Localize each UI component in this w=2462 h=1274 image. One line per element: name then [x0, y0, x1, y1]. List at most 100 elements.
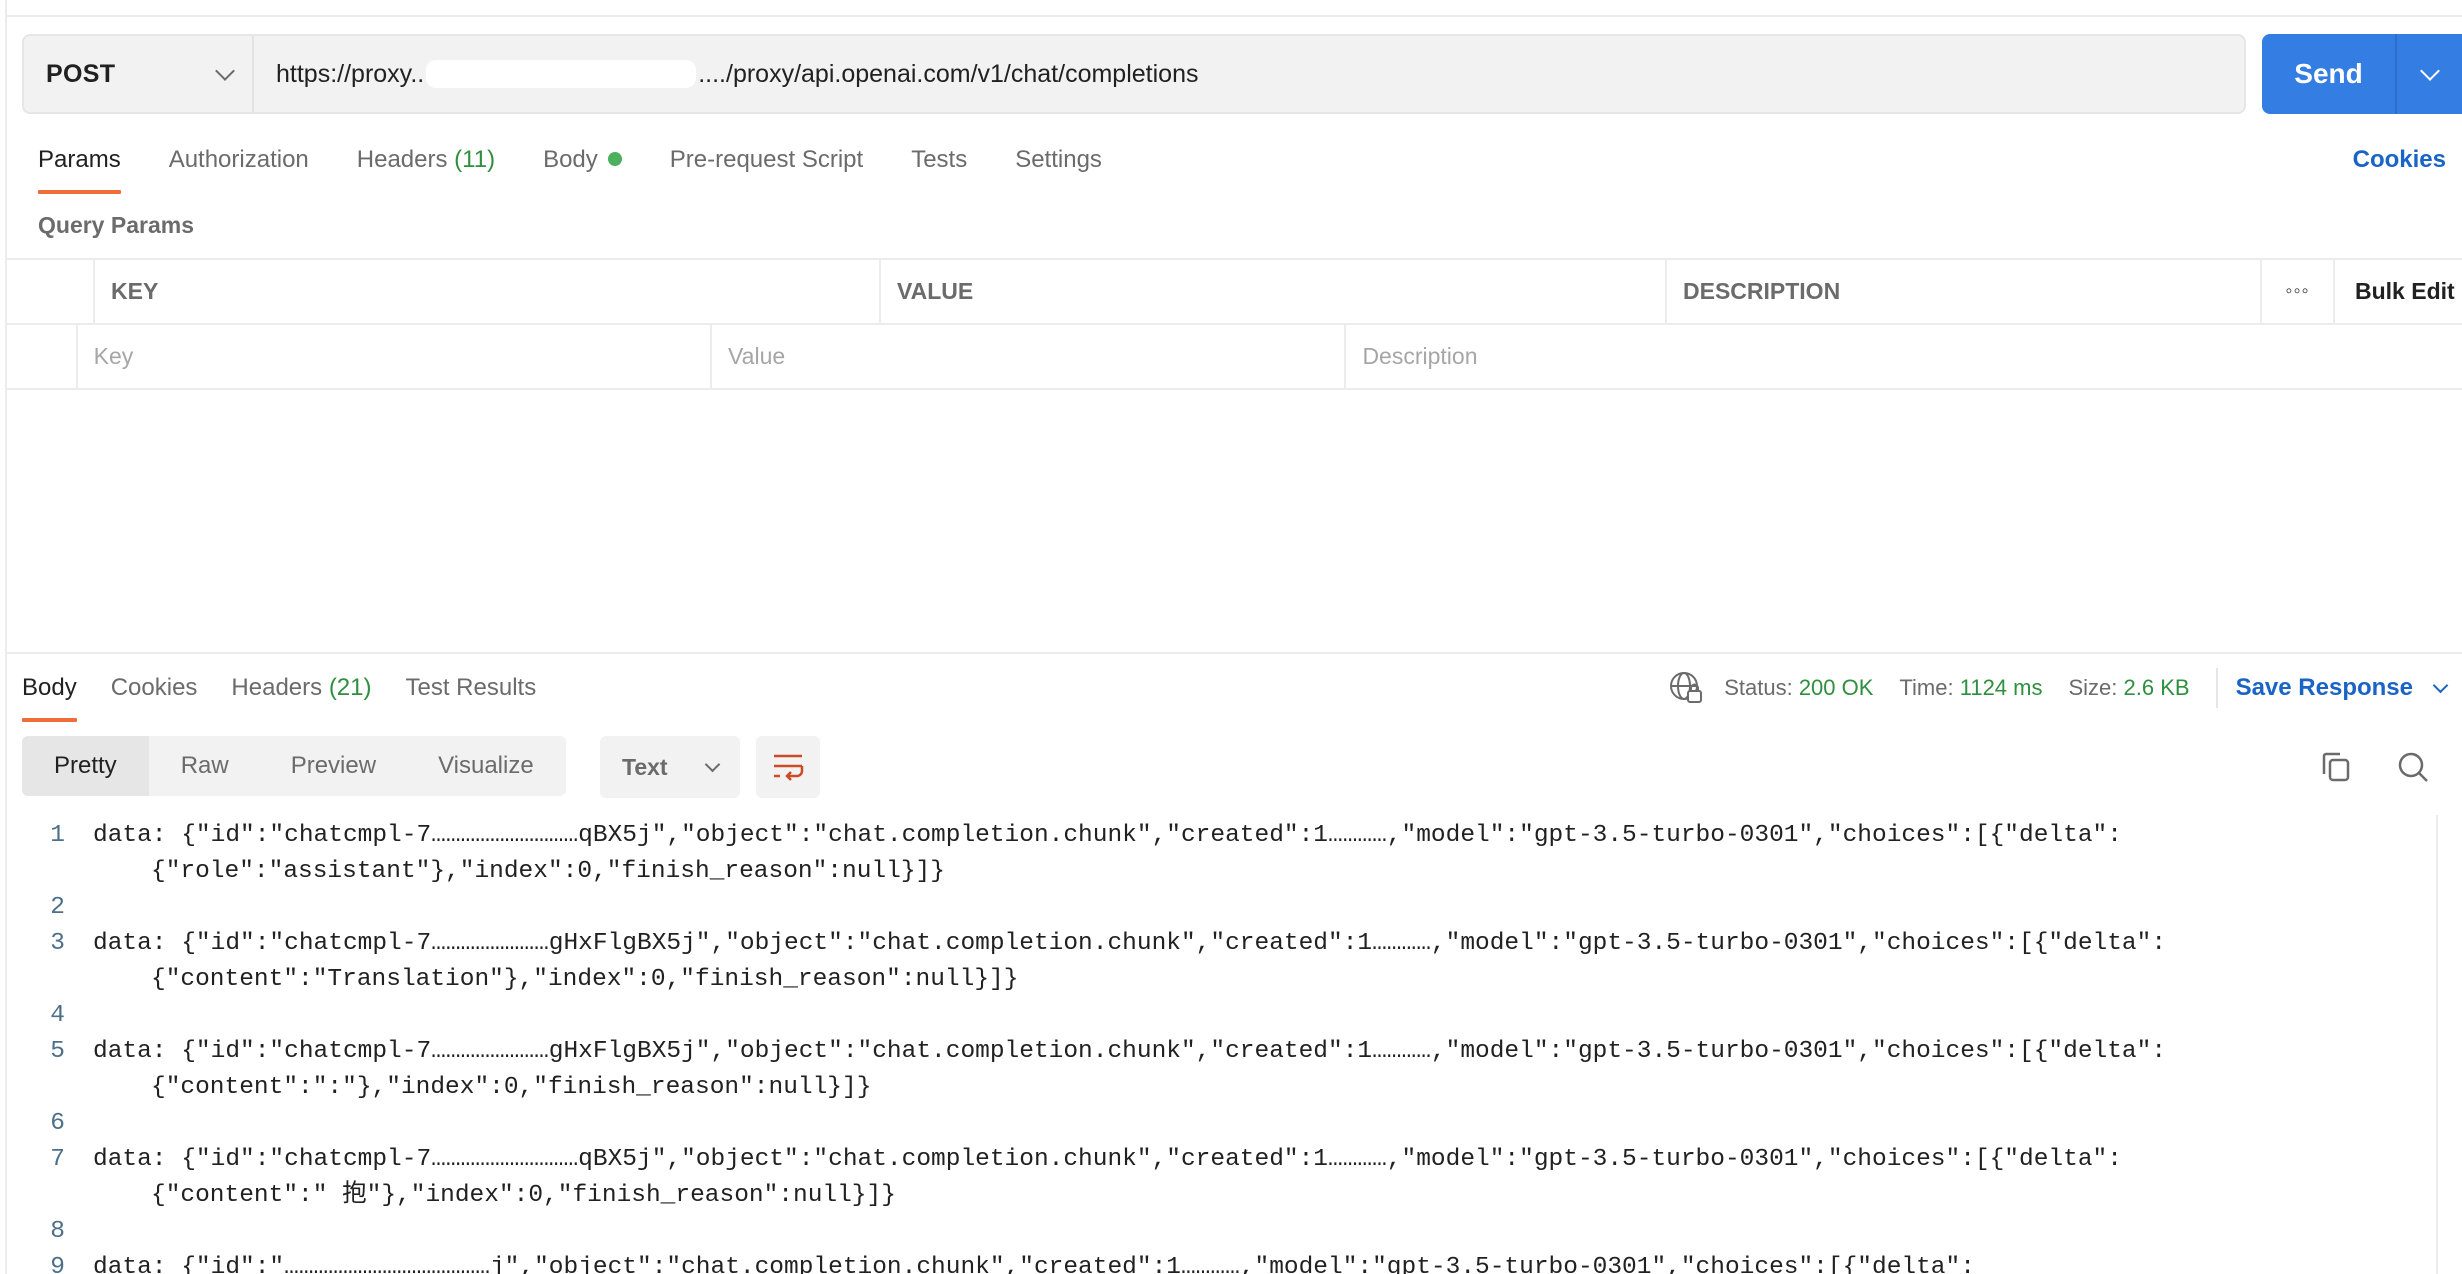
tab-label: Cookies [110, 674, 198, 701]
send-button-group: Send [2262, 34, 2462, 114]
pane-resize-handle[interactable] [5, 652, 2462, 654]
line-number: 3 [50, 930, 65, 957]
url-suffix: ..../proxy/api.openai.com/v1/chat/comple… [698, 59, 1199, 88]
tab-settings[interactable]: Settings [1015, 140, 1102, 180]
tab-label: Params [38, 146, 121, 173]
tab-test-results[interactable]: Test Results [406, 668, 537, 708]
search-icon[interactable] [2394, 748, 2434, 788]
code-line-text: {"content":"Translation"},"index":0,"fin… [151, 966, 1019, 993]
chevron-down-icon [2432, 677, 2449, 693]
tab-label: Test Results [405, 674, 537, 701]
save-response-button[interactable]: Save Response [2236, 674, 2449, 702]
headers-count: (11) [454, 146, 496, 173]
code-line-text: {"content":" 抱"},"index":0,"finish_reaso… [151, 1182, 896, 1209]
time-label: Time: [1899, 675, 1954, 700]
tab-label: Headers [356, 146, 448, 173]
tab-label: Pre-request Script [669, 146, 864, 173]
line-number: 5 [50, 1038, 65, 1065]
line-number: 7 [50, 1146, 65, 1173]
bulk-edit-button[interactable]: Bulk Edit [2335, 260, 2462, 323]
code-line: 9 data: {"id":"……………………………………j","object":… [5, 1250, 2435, 1274]
line-number: 6 [50, 1110, 65, 1137]
key-input[interactable]: Key [78, 325, 713, 388]
code-line: 6 [5, 1106, 2435, 1142]
tab-authorization[interactable]: Authorization [169, 140, 309, 180]
status-value: 200 OK [1798, 675, 1874, 700]
request-url-bar: POST https://proxy.. ..../proxy/api.open… [22, 34, 2246, 114]
cookies-link[interactable]: Cookies [2353, 140, 2446, 180]
code-line-continuation: {"content":" 抱"},"index":0,"finish_reaso… [5, 1178, 2435, 1214]
top-divider [5, 15, 2462, 17]
chevron-down-icon [704, 756, 721, 772]
code-line-text: data: {"id":"chatcmpl-7……………………gHxFlgBX5… [93, 930, 2167, 957]
preview-button[interactable]: Preview [261, 736, 408, 796]
description-column-header: DESCRIPTION [1667, 260, 2262, 323]
more-options-button[interactable]: ◦◦◦ [2262, 260, 2335, 323]
code-line: 2 [5, 890, 2435, 926]
tab-params[interactable]: Params [38, 140, 121, 194]
raw-button[interactable]: Raw [149, 736, 261, 796]
tab-tests[interactable]: Tests [911, 140, 967, 180]
code-line-text: {"content":":"},"index":0,"finish_reason… [151, 1074, 872, 1101]
pretty-button[interactable]: Pretty [22, 736, 149, 796]
body-indicator-dot [607, 151, 622, 166]
redacted-region [426, 60, 697, 88]
line-number-blank [5, 854, 93, 890]
tab-label: Body [22, 674, 77, 701]
chevron-down-icon [2419, 61, 2440, 81]
visualize-button[interactable]: Visualize [408, 736, 566, 796]
code-line-text: {"role":"assistant"},"index":0,"finish_r… [151, 858, 945, 885]
key-column-header: KEY [95, 260, 881, 323]
response-body-viewer[interactable]: 1 data: {"id":"chatcmpl-7…………………………qBX5j"… [5, 818, 2435, 1274]
method-label: POST [46, 59, 116, 88]
checkbox-column-header [5, 260, 95, 323]
size-readout: Size: 2.6 KB [2068, 675, 2189, 701]
method-select[interactable]: POST [24, 36, 254, 112]
scrollbar[interactable] [2436, 815, 2438, 1274]
wrap-lines-icon [774, 754, 804, 781]
status-label: Status: [1724, 675, 1793, 700]
divider [2215, 668, 2218, 708]
code-line-text: data: {"id":"chatcmpl-7…………………………qBX5j",… [93, 822, 2122, 849]
wrap-lines-button[interactable] [756, 736, 820, 798]
description-input[interactable]: Description [1346, 325, 2462, 388]
tab-label: Tests [911, 146, 968, 173]
line-number-blank [5, 1178, 93, 1214]
chevron-down-icon [215, 61, 235, 81]
tab-label: Body [543, 146, 598, 173]
tab-pre-request-script[interactable]: Pre-request Script [670, 140, 863, 180]
table-header-row: KEY VALUE DESCRIPTION ◦◦◦ Bulk Edit [5, 260, 2462, 325]
line-number: 1 [50, 822, 65, 849]
send-button[interactable]: Send [2262, 34, 2397, 114]
code-line: 7 data: {"id":"chatcmpl-7…………………………qBX5j"… [5, 1142, 2435, 1178]
format-type-select[interactable]: Text [600, 736, 740, 798]
code-line-text: data: {"id":"……………………………………j","object":"… [93, 1254, 1975, 1274]
tab-response-headers[interactable]: Headers (21) [231, 668, 371, 708]
tab-response-body[interactable]: Body [22, 668, 77, 722]
globe-lock-icon[interactable] [1668, 670, 1704, 706]
tab-headers[interactable]: Headers (11) [357, 140, 495, 180]
line-number: 2 [50, 894, 65, 921]
line-number: 4 [50, 1002, 65, 1029]
line-number: 9 [50, 1254, 65, 1274]
line-number-blank [5, 1070, 93, 1106]
line-number: 8 [50, 1218, 65, 1245]
copy-icon[interactable] [2316, 748, 2356, 788]
more-icon: ◦◦◦ [2285, 280, 2310, 302]
value-column-header: VALUE [881, 260, 1667, 323]
code-line: 8 [5, 1214, 2435, 1250]
time-value: 1124 ms [1959, 675, 2043, 700]
format-mode-toggle: Pretty Raw Preview Visualize [22, 736, 566, 796]
response-tabs: Body Cookies Headers (21) Test Results [22, 668, 570, 722]
tab-response-cookies[interactable]: Cookies [111, 668, 198, 708]
code-line-continuation: {"content":":"},"index":0,"finish_reason… [5, 1070, 2435, 1106]
code-line: 5 data: {"id":"chatcmpl-7……………………gHxFlgBX… [5, 1034, 2435, 1070]
code-line-continuation: {"content":"Translation"},"index":0,"fin… [5, 962, 2435, 998]
code-line-text: data: {"id":"chatcmpl-7……………………gHxFlgBX5… [93, 1038, 2167, 1065]
value-input[interactable]: Value [712, 325, 1347, 388]
table-row: Key Value Description [5, 325, 2462, 390]
url-input[interactable]: https://proxy.. ..../proxy/api.openai.co… [254, 36, 2244, 112]
tab-body[interactable]: Body [543, 140, 622, 180]
send-options-button[interactable] [2397, 34, 2462, 114]
